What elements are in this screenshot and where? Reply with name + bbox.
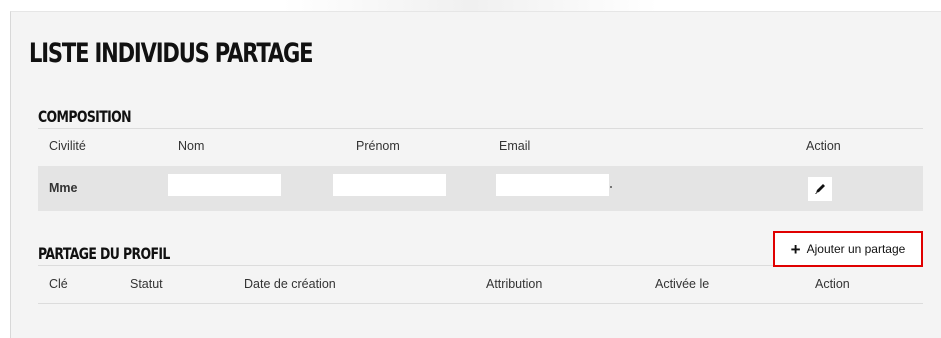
cell-prenom (333, 174, 446, 196)
partage-title-divider (38, 265, 773, 266)
column-header-attribution: Attribution (486, 277, 543, 291)
composition-section-title: COMPOSITION (38, 107, 132, 126)
cell-nom (168, 174, 281, 196)
top-strip (0, 0, 941, 11)
partage-section-title: PARTAGE DU PROFIL (38, 244, 170, 263)
pencil-icon (813, 182, 827, 196)
column-header-statut: Statut (130, 277, 163, 291)
column-header-action: Action (815, 277, 850, 291)
column-header-date-creation: Date de création (244, 277, 336, 291)
cell-email (496, 174, 609, 196)
cell-civilite: Mme (49, 181, 78, 195)
column-header-nom: Nom (178, 139, 205, 153)
column-header-action: Action (806, 139, 841, 153)
column-header-cle: Clé (49, 277, 68, 291)
column-header-activee-le: Activée le (655, 277, 710, 291)
plus-icon: + (790, 239, 801, 259)
add-share-label: Ajouter un partage (806, 242, 906, 256)
email-overflow-mark (610, 186, 612, 188)
column-header-email: Email (499, 139, 531, 153)
column-header-civilite: Civilité (49, 139, 86, 153)
composition-title-divider (38, 128, 923, 129)
page-title: LISTE INDIVIDUS PARTAGE (29, 38, 314, 69)
add-share-button[interactable]: + Ajouter un partage (773, 231, 923, 267)
column-header-prenom: Prénom (356, 139, 400, 153)
edit-button[interactable] (808, 177, 832, 201)
partage-header-divider (38, 303, 923, 304)
